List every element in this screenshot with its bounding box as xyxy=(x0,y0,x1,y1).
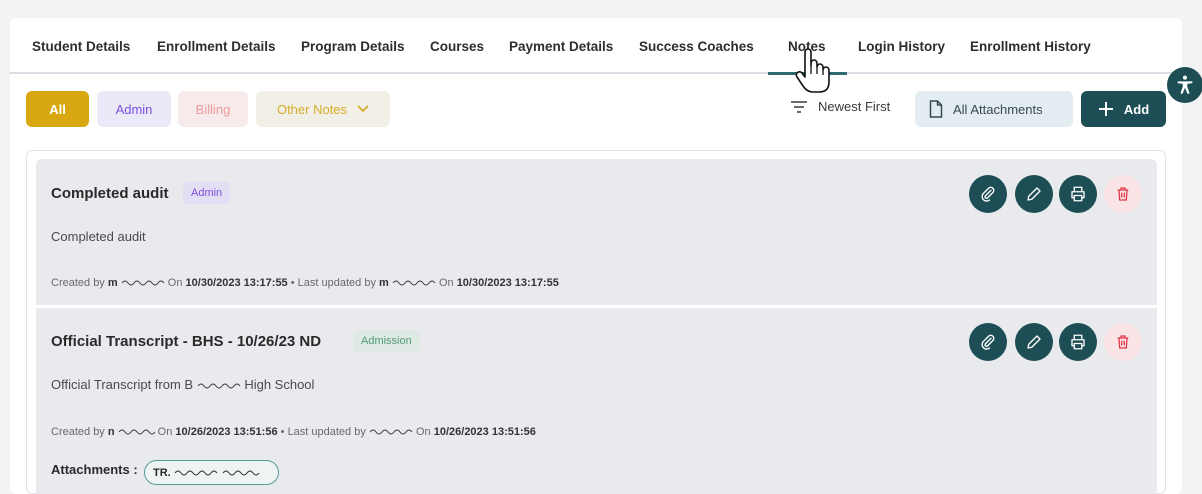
trash-icon xyxy=(1117,187,1129,201)
tab-program-details[interactable]: Program Details xyxy=(301,39,405,54)
attachment-name: TR. xyxy=(153,466,171,479)
tab-student-details[interactable]: Student Details xyxy=(32,39,130,54)
redacted-name xyxy=(197,383,241,389)
tab-courses[interactable]: Courses xyxy=(430,39,484,54)
all-attachments-label: All Attachments xyxy=(953,101,1043,117)
note-body: Completed audit xyxy=(51,229,146,244)
add-label: Add xyxy=(1123,101,1150,117)
printer-icon xyxy=(1071,186,1085,202)
tab-login-history[interactable]: Login History xyxy=(858,39,945,54)
all-attachments-button[interactable]: All Attachments xyxy=(915,91,1073,127)
pencil-icon xyxy=(1027,187,1041,201)
note-meta: Created by m On 10/30/2023 13:17:55 • La… xyxy=(51,277,559,289)
redacted-name xyxy=(118,429,156,435)
note-body: Official Transcript from B High School xyxy=(51,377,314,392)
trash-icon xyxy=(1117,335,1129,349)
on-label: On xyxy=(167,277,183,289)
filter-other-notes-dropdown[interactable]: Other Notes xyxy=(256,91,390,127)
sort-dropdown[interactable]: Newest First xyxy=(790,99,890,114)
sort-label: Newest First xyxy=(818,99,891,114)
paperclip-icon xyxy=(981,334,995,350)
print-button[interactable] xyxy=(1059,323,1097,361)
updated-by-label: Last updated by xyxy=(297,277,376,289)
edit-button[interactable] xyxy=(1015,323,1053,361)
note-body-end: High School xyxy=(244,377,315,392)
updated-date: 10/26/2023 13:51:56 xyxy=(433,426,536,438)
add-note-button[interactable]: Add xyxy=(1081,91,1166,127)
document-icon xyxy=(929,100,943,118)
redacted-name xyxy=(174,470,260,475)
paperclip-icon xyxy=(981,186,995,202)
updated-by-user: m xyxy=(379,277,389,289)
edit-button[interactable] xyxy=(1015,175,1053,213)
filter-billing-button[interactable]: Billing xyxy=(178,91,248,127)
created-by-user: m xyxy=(107,277,118,289)
created-date: 10/26/2023 13:51:56 xyxy=(175,426,278,438)
accessibility-button[interactable] xyxy=(1167,67,1202,103)
created-by-label: Created by xyxy=(51,277,105,289)
filter-other-label: Other Notes xyxy=(276,101,348,117)
tab-enrollment-history[interactable]: Enrollment History xyxy=(970,39,1091,54)
plus-icon xyxy=(1098,102,1113,116)
on-label: On xyxy=(438,277,454,289)
sort-icon xyxy=(791,100,807,113)
bullet-separator: • xyxy=(280,426,285,438)
delete-button[interactable] xyxy=(1104,323,1142,361)
on-label: On xyxy=(415,426,431,438)
note-body-start: Official Transcript from B xyxy=(51,377,194,392)
filter-admin-button[interactable]: Admin xyxy=(97,91,171,127)
created-by-user: n xyxy=(107,426,115,438)
redacted-name xyxy=(392,280,436,286)
note-category-badge: Admission xyxy=(353,330,420,352)
attach-button[interactable] xyxy=(969,175,1007,213)
note-title: Official Transcript - BHS - 10/26/23 ND xyxy=(51,333,322,350)
redacted-name xyxy=(121,280,165,286)
pencil-icon xyxy=(1027,335,1041,349)
chevron-down-icon xyxy=(357,105,369,113)
note-title: Completed audit xyxy=(51,185,169,202)
accessibility-icon xyxy=(1177,75,1193,94)
filter-all-button[interactable]: All xyxy=(26,91,89,127)
print-button[interactable] xyxy=(1059,175,1097,213)
updated-date: 10/30/2023 13:17:55 xyxy=(456,277,559,289)
redacted-name xyxy=(369,429,413,435)
printer-icon xyxy=(1071,334,1085,350)
attach-button[interactable] xyxy=(969,323,1007,361)
on-label: On xyxy=(157,426,173,438)
attachment-chip[interactable]: TR. xyxy=(144,460,279,485)
bullet-separator: • xyxy=(290,277,295,289)
attachments-label: Attachments : xyxy=(51,462,138,477)
tab-success-coaches[interactable]: Success Coaches xyxy=(639,39,754,54)
tab-payment-details[interactable]: Payment Details xyxy=(509,39,613,54)
note-category-badge: Admin xyxy=(183,182,231,204)
updated-by-label: Last updated by xyxy=(287,426,366,438)
note-meta: Created by n On 10/26/2023 13:51:56 • La… xyxy=(51,426,536,438)
created-date: 10/30/2023 13:17:55 xyxy=(185,277,288,289)
delete-button[interactable] xyxy=(1104,175,1142,213)
tab-enrollment-details[interactable]: Enrollment Details xyxy=(157,39,276,54)
hand-cursor-icon xyxy=(795,48,830,93)
created-by-label: Created by xyxy=(51,426,105,438)
